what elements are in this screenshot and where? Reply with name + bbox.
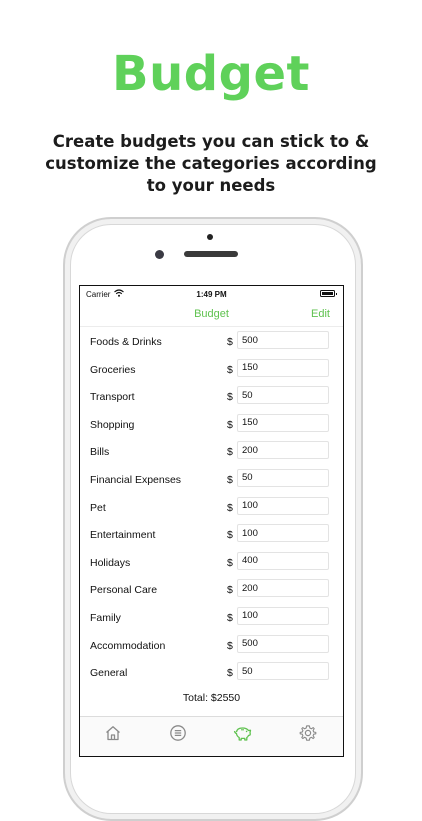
currency-symbol: $ [227, 473, 233, 486]
category-label: Shopping [90, 418, 135, 431]
budget-amount-input[interactable] [237, 662, 329, 681]
budget-amount-input[interactable] [237, 524, 329, 543]
category-label: Foods & Drinks [90, 336, 162, 348]
piggy-bank-icon [233, 727, 252, 741]
currency-symbol: $ [227, 584, 233, 597]
front-camera [155, 250, 164, 259]
phone-screen: Carrier 1:49 PM Budget Edit Foods & Drin… [79, 285, 344, 757]
currency-symbol: $ [227, 446, 233, 459]
budget-row: Groceries $ [80, 355, 343, 383]
category-label: Financial Expenses [90, 473, 182, 486]
budget-amount-input[interactable] [237, 358, 329, 377]
budget-row: Transport $ [80, 382, 343, 410]
budget-row: Financial Expenses $ [80, 465, 343, 493]
budget-amount-input[interactable] [237, 386, 329, 405]
category-label: Holidays [90, 556, 131, 569]
category-label: Pet [90, 501, 106, 514]
currency-symbol: $ [227, 391, 233, 404]
budget-row: Personal Care $ [80, 575, 343, 603]
status-bar: Carrier 1:49 PM [80, 286, 343, 302]
budget-amount-input[interactable] [237, 413, 329, 432]
category-label: Personal Care [90, 584, 158, 597]
earpiece-speaker [184, 251, 238, 257]
budget-total: Total: $2550 [182, 692, 241, 704]
currency-symbol: $ [227, 611, 233, 624]
budget-row: Pet $ [80, 493, 343, 521]
tab-bar [80, 716, 343, 756]
category-label: Transport [90, 391, 135, 404]
category-label: Accommodation [90, 639, 166, 652]
budget-amount-input[interactable] [237, 551, 329, 570]
category-label: Family [90, 611, 121, 624]
promo-headline: Budget [112, 46, 310, 102]
tab-settings[interactable] [299, 724, 317, 742]
tab-list[interactable] [169, 724, 187, 742]
gear-icon [299, 725, 317, 741]
budget-row: Foods & Drinks $ [80, 327, 343, 355]
budget-amount-input[interactable] [237, 606, 329, 625]
home-icon [106, 726, 120, 741]
currency-symbol: $ [227, 667, 233, 680]
status-time: 1:49 PM [196, 290, 227, 299]
currency-symbol: $ [227, 336, 233, 348]
category-label: Entertainment [90, 529, 156, 542]
nav-bar: Budget Edit [80, 302, 343, 327]
budget-amount-input[interactable] [237, 634, 329, 653]
budget-row: Family $ [80, 603, 343, 631]
budget-list: Foods & Drinks$Groceries$Transport$Shopp… [80, 327, 343, 686]
list-icon [170, 725, 186, 741]
budget-amount-input[interactable] [237, 579, 329, 598]
budget-row: Shopping $ [80, 410, 343, 438]
budget-row: Holidays $ [80, 548, 343, 576]
category-label: General [90, 667, 128, 680]
edit-button[interactable]: Edit [311, 308, 330, 320]
currency-symbol: $ [227, 501, 233, 514]
currency-symbol: $ [227, 363, 233, 376]
budget-amount-input[interactable] [237, 441, 329, 460]
budget-row: General $ [80, 658, 343, 686]
budget-row: Bills $ [80, 437, 343, 465]
budget-row: Entertainment $ [80, 520, 343, 548]
tab-home[interactable] [104, 724, 122, 742]
budget-row: Accommodation $ [80, 631, 343, 659]
budget-amount-input[interactable] [237, 496, 329, 515]
nav-title: Budget [194, 308, 229, 320]
currency-symbol: $ [227, 556, 233, 569]
budget-amount-input[interactable] [237, 468, 329, 487]
currency-symbol: $ [227, 418, 233, 431]
budget-amount-input[interactable] [237, 331, 329, 349]
tab-budget[interactable] [233, 724, 253, 742]
proximity-sensor [207, 234, 213, 240]
battery-icon [320, 290, 337, 297]
promo-tagline: Create budgets you can stick to & custom… [45, 132, 377, 195]
currency-symbol: $ [227, 639, 233, 652]
category-label: Bills [90, 446, 110, 459]
category-label: Groceries [90, 363, 136, 376]
currency-symbol: $ [227, 529, 233, 542]
